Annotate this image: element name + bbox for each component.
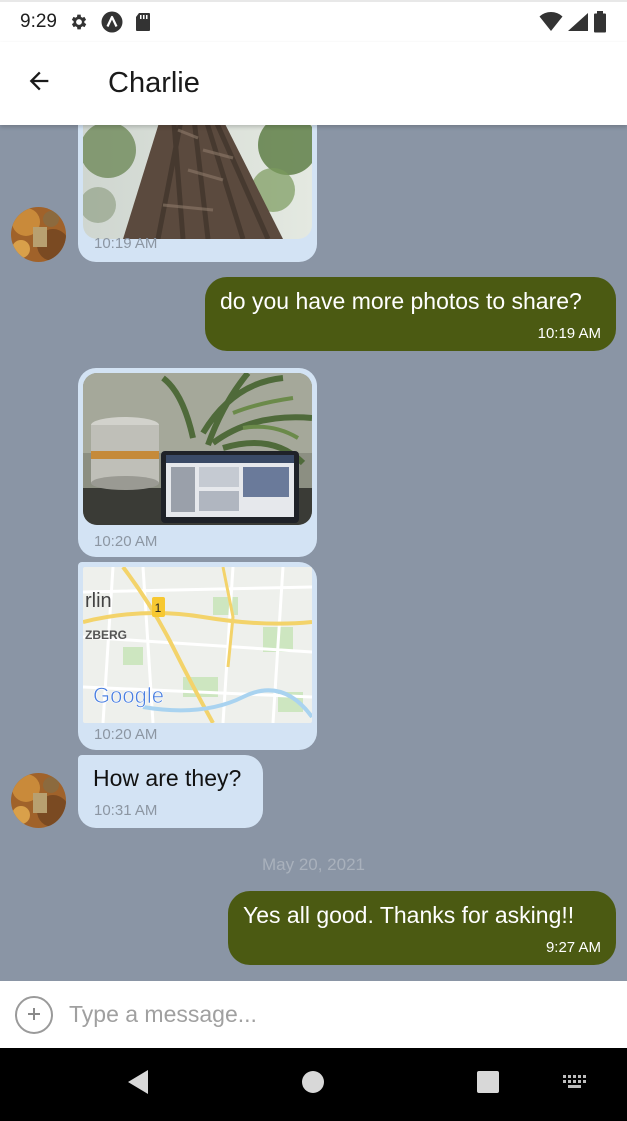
google-logo: Google <box>93 683 164 708</box>
contact-avatar[interactable] <box>11 773 66 828</box>
message-list[interactable]: 10:19 AM do you have more photos to shar… <box>0 125 627 981</box>
message-time: 10:20 AM <box>94 533 158 550</box>
message-time: 10:19 AM <box>94 235 158 252</box>
desk-laptop-photo[interactable] <box>83 373 312 525</box>
message-composer <box>0 981 627 1048</box>
incoming-image-message[interactable]: 10:19 AM <box>78 125 317 262</box>
back-button[interactable] <box>0 42 78 125</box>
square-recents-icon <box>476 1070 500 1099</box>
message-time: 9:27 AM <box>545 939 601 956</box>
map-preview[interactable]: 1 rlin ZBERG Google <box>83 567 312 723</box>
nav-home-button[interactable] <box>278 1048 348 1121</box>
incoming-image-message[interactable]: 10:20 AM <box>78 368 317 557</box>
status-right <box>539 11 607 33</box>
wifi-icon <box>539 12 563 32</box>
contact-avatar[interactable] <box>11 207 66 262</box>
date-separator: May 20, 2021 <box>261 855 365 874</box>
a-badge-icon <box>101 11 123 33</box>
status-time: 9:29 <box>20 11 57 32</box>
incoming-text-message[interactable]: How are they? 10:31 AM <box>78 755 263 828</box>
nav-keyboard-button[interactable] <box>540 1048 610 1121</box>
circle-home-icon <box>301 1070 325 1099</box>
map-district-label: ZBERG <box>85 628 127 642</box>
sd-card-icon <box>135 12 151 32</box>
message-time: 10:31 AM <box>94 802 158 819</box>
message-time: 10:20 AM <box>94 726 158 743</box>
gear-icon <box>69 12 89 32</box>
triangle-back-icon <box>126 1069 150 1100</box>
status-left: 9:29 <box>20 11 151 33</box>
battery-icon <box>593 11 607 33</box>
plus-circle-icon <box>26 1002 42 1028</box>
nav-recents-button[interactable] <box>453 1048 523 1121</box>
arrow-left-icon <box>25 67 53 100</box>
system-nav-bar <box>0 1048 627 1121</box>
incoming-map-message[interactable]: 1 rlin ZBERG Google 10:20 AM <box>78 562 317 750</box>
map-place-label: rlin <box>85 590 112 612</box>
message-text: How are they? <box>93 765 242 791</box>
nav-back-button[interactable] <box>103 1048 173 1121</box>
outgoing-text-message[interactable]: Yes all good. Thanks for asking!! 9:27 A… <box>228 891 616 965</box>
app-bar: Charlie <box>0 42 627 125</box>
add-attachment-button[interactable] <box>15 995 53 1034</box>
message-time: 10:19 AM <box>537 325 601 342</box>
conversation-title: Charlie <box>108 67 200 99</box>
status-bar: 9:29 <box>0 0 627 42</box>
keyboard-icon <box>562 1074 588 1095</box>
signal-icon <box>567 12 589 32</box>
message-text: do you have more photos to share? <box>220 288 582 314</box>
tree-bark-photo[interactable] <box>83 125 312 239</box>
map-route-label: 1 <box>155 601 162 615</box>
message-text: Yes all good. Thanks for asking!! <box>243 902 575 928</box>
outgoing-text-message[interactable]: do you have more photos to share? 10:19 … <box>205 277 616 351</box>
message-input[interactable] <box>69 1001 569 1028</box>
